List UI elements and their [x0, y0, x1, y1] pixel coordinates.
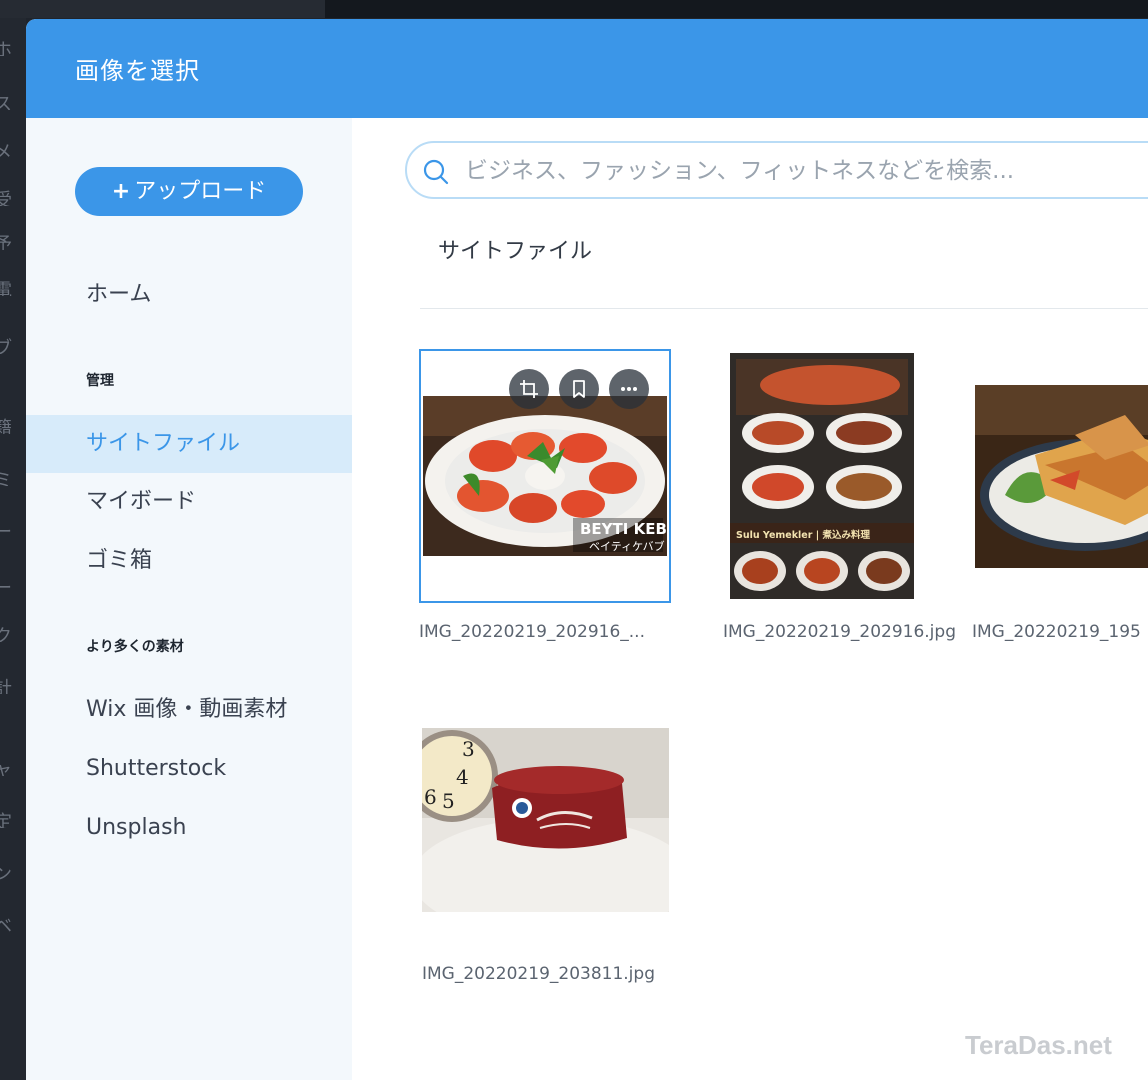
more-options-button[interactable] — [609, 369, 649, 409]
sidebar-item-label: Shutterstock — [86, 756, 227, 781]
file-name: IMG_20220219_202916.jpg — [723, 622, 956, 642]
sidebar-item-label: サイトファイル — [86, 431, 241, 456]
bg-menu-text: ミ — [0, 470, 12, 486]
background-left-menu: ホ ス メ 受 予 電 ブ 籍 ミ ー ー ク 計 ャ 定 ン ベ — [0, 18, 26, 1080]
bookmark-button[interactable] — [559, 369, 599, 409]
thumbnail-image — [975, 385, 1148, 568]
search-bar[interactable] — [405, 141, 1148, 199]
bg-menu-text: 予 — [0, 234, 12, 250]
more-icon — [621, 387, 637, 391]
bookmark-icon — [573, 380, 585, 398]
modal-header: 画像を選択 — [26, 19, 1148, 118]
watermark: TeraDas.net — [965, 1030, 1112, 1060]
section-title: サイトファイル — [438, 239, 593, 264]
bg-menu-text: メ — [0, 142, 12, 158]
thumbnail-caption: BEYTI KEBABI — [580, 520, 667, 538]
thumbnail-caption: ベイティケバブ — [589, 539, 665, 553]
bg-menu-text: ブ — [0, 338, 12, 354]
bg-menu-text: 定 — [0, 812, 12, 828]
bg-menu-text: ベ — [0, 916, 12, 932]
modal-title: 画像を選択 — [75, 57, 200, 85]
svg-text:5: 5 — [442, 789, 455, 813]
sidebar-item-shutterstock[interactable]: Shutterstock — [26, 740, 352, 798]
svg-text:4: 4 — [456, 765, 469, 789]
svg-text:6: 6 — [424, 785, 437, 809]
sidebar-item-unsplash[interactable]: Unsplash — [26, 799, 352, 857]
bg-menu-text: ー — [0, 522, 12, 538]
file-name: IMG_20220219_203811.jpg — [422, 964, 655, 984]
background-topbar-left — [0, 0, 325, 18]
file-card-3[interactable] — [975, 385, 1148, 568]
crop-button[interactable] — [509, 369, 549, 409]
search-input[interactable] — [465, 153, 1148, 189]
svg-text:3: 3 — [462, 737, 475, 761]
file-card-2[interactable]: Sulu Yemekler | 煮込み料理 — [730, 353, 914, 599]
sidebar-item-trash[interactable]: ゴミ箱 — [26, 532, 352, 590]
sidebar: + アップロード ホーム 管理 サイトファイル マイボード ゴミ箱 より多くの素材… — [26, 118, 352, 1080]
upload-button[interactable]: + アップロード — [75, 167, 303, 216]
image-picker-modal: 画像を選択 + アップロード ホーム 管理 サイトファイル マイボード ゴミ箱 よ… — [26, 19, 1148, 1080]
thumbnail-caption: Sulu Yemekler | 煮込み料理 — [736, 529, 871, 541]
bg-menu-text: 受 — [0, 190, 12, 206]
bg-menu-text: 計 — [0, 678, 12, 694]
file-name: IMG_20220219_195 — [972, 622, 1141, 642]
bg-menu-text: ン — [0, 864, 12, 880]
thumbnail-image: Sulu Yemekler | 煮込み料理 — [730, 353, 914, 599]
search-icon — [423, 159, 449, 185]
sidebar-item-label: ホーム — [86, 282, 152, 307]
sidebar-section-more: より多くの素材 — [86, 639, 184, 655]
thumbnail-image: 3 4 5 6 — [422, 728, 669, 912]
sidebar-item-label: Wix 画像・動画素材 — [86, 697, 288, 722]
file-card-4[interactable]: 3 4 5 6 — [422, 728, 669, 912]
bg-menu-text: ホ — [0, 40, 12, 56]
file-card-1[interactable]: BEYTI KEBABI ベイティケバブ — [419, 349, 671, 603]
sidebar-item-wix-media[interactable]: Wix 画像・動画素材 — [26, 681, 352, 739]
sidebar-item-label: Unsplash — [86, 815, 187, 840]
thumbnail-image: BEYTI KEBABI ベイティケバブ — [423, 396, 667, 556]
file-name: IMG_20220219_202916_... — [419, 622, 645, 642]
sidebar-item-label: ゴミ箱 — [86, 548, 153, 573]
bg-menu-text: ス — [0, 94, 12, 110]
divider — [420, 308, 1148, 309]
sidebar-item-label: マイボード — [86, 489, 197, 514]
bg-menu-text: 籍 — [0, 418, 12, 434]
sidebar-section-manage: 管理 — [86, 373, 114, 389]
bg-menu-text: ー — [0, 578, 12, 594]
plus-icon: + — [111, 179, 131, 204]
sidebar-item-my-boards[interactable]: マイボード — [26, 473, 352, 531]
upload-label: アップロード — [134, 179, 267, 204]
bg-menu-text: 電 — [0, 280, 12, 296]
bg-menu-text: ャ — [0, 760, 12, 776]
sidebar-item-home[interactable]: ホーム — [26, 266, 352, 324]
main-content: サイトファイル BEYTI KEBA — [352, 118, 1148, 1080]
crop-icon — [520, 380, 538, 398]
sidebar-item-site-files[interactable]: サイトファイル — [26, 415, 352, 473]
bg-menu-text: ク — [0, 626, 12, 642]
